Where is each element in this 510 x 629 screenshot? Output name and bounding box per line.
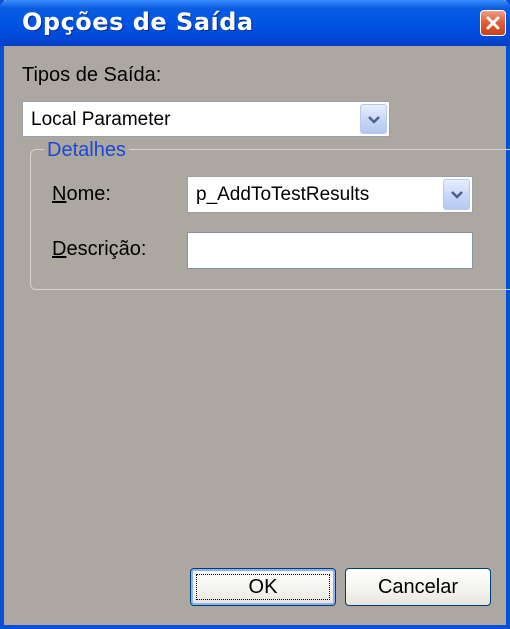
chevron-down-icon	[450, 185, 464, 204]
output-type-select[interactable]: Local Parameter	[22, 101, 390, 137]
output-type-dropdown-button[interactable]	[360, 104, 387, 134]
close-button[interactable]	[480, 10, 506, 36]
name-label: Nome:	[52, 183, 111, 206]
output-types-label: Tipos de Saída:	[22, 64, 162, 86]
name-value: p_AddToTestResults	[196, 184, 370, 205]
description-label-text: escrição:	[66, 238, 147, 260]
description-input[interactable]	[187, 232, 473, 269]
ok-button[interactable]: OK	[190, 568, 336, 606]
chevron-down-icon	[367, 110, 381, 129]
cancel-button[interactable]: Cancelar	[345, 568, 491, 606]
title-bar[interactable]: Opções de Saída	[0, 0, 510, 46]
name-label-accelerator: N	[52, 183, 67, 205]
focus-rect	[196, 574, 330, 600]
description-label-accelerator: D	[52, 238, 67, 260]
output-type-value: Local Parameter	[31, 109, 171, 130]
description-label: Descrição:	[52, 238, 146, 261]
name-select[interactable]: p_AddToTestResults	[187, 176, 473, 213]
window-title: Opções de Saída	[22, 8, 254, 36]
name-label-text: ome:	[66, 183, 111, 205]
cancel-button-label: Cancelar	[377, 575, 459, 598]
close-icon	[485, 15, 501, 31]
name-dropdown-button[interactable]	[443, 179, 470, 210]
dialog-window: Opções de Saída	[0, 0, 510, 629]
details-legend: Detalhes	[44, 139, 129, 162]
